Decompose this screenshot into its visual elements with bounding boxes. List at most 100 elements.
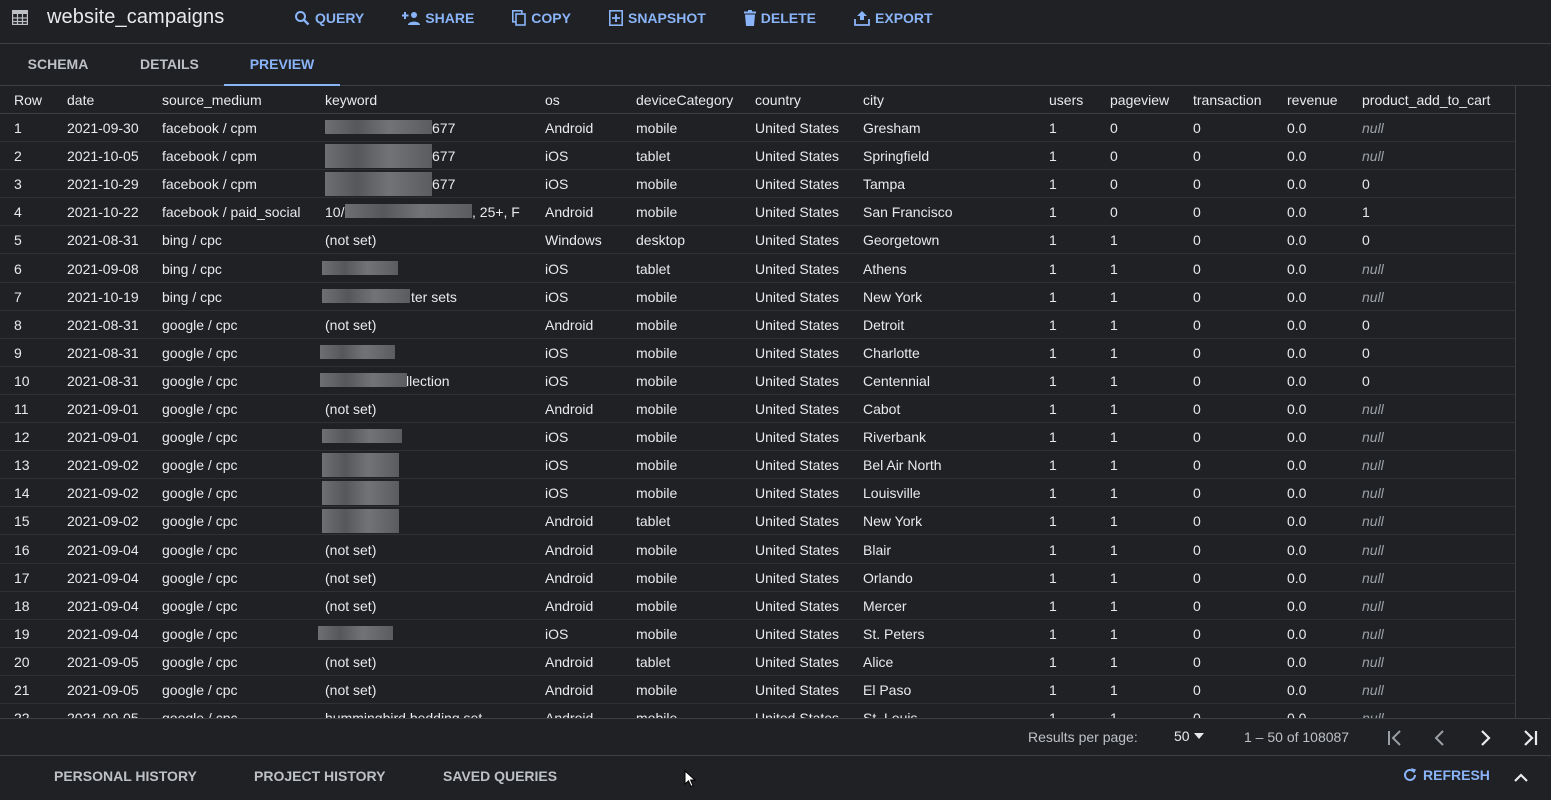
cell-city: Gresham xyxy=(863,120,921,136)
cell-source-medium: bing / cpc xyxy=(162,232,222,249)
cell-device-category: mobile xyxy=(636,204,678,221)
cell-os: iOS xyxy=(545,260,569,277)
cell-row-number: 10 xyxy=(14,372,30,389)
cell-revenue: 0.0 xyxy=(1287,653,1307,670)
cell-os: Android xyxy=(545,513,594,530)
cell-users: 1 xyxy=(1049,569,1057,586)
cell-users: 1 xyxy=(1049,429,1057,446)
cell-pageview: 0 xyxy=(1110,148,1118,165)
cell-date: 2021-09-08 xyxy=(67,260,139,277)
cell-users: 1 xyxy=(1049,710,1057,718)
cell-city: St. Louis xyxy=(863,710,917,718)
table-row: 9 2021-08-31 google / cpc iOS mobile United S… xyxy=(0,339,1515,367)
cell-product-add-to-cart: null xyxy=(1362,288,1384,305)
cell-os: Android xyxy=(545,120,594,136)
cell-country: United States xyxy=(755,120,840,136)
cell-country: United States xyxy=(755,653,840,670)
cell-product-add-to-cart: 0 xyxy=(1362,372,1370,389)
last-page-icon[interactable] xyxy=(1520,728,1540,748)
column-header-os[interactable]: os xyxy=(545,92,560,108)
column-header-city[interactable]: city xyxy=(863,92,884,108)
cell-os: Android xyxy=(545,316,594,333)
cell-keyword: ter sets xyxy=(411,288,457,305)
cell-revenue: 0.0 xyxy=(1287,485,1307,502)
cell-device-category: mobile xyxy=(636,710,677,718)
cell-date: 2021-08-31 xyxy=(67,232,139,249)
cell-transaction: 0 xyxy=(1193,316,1201,333)
cell-users: 1 xyxy=(1049,485,1057,502)
cell-date: 2021-10-19 xyxy=(67,288,139,305)
column-header-keyword[interactable]: keyword xyxy=(325,92,377,108)
cell-city: Blair xyxy=(863,541,892,558)
copy-button[interactable]: COPY xyxy=(512,10,571,26)
query-button-label: QUERY xyxy=(315,10,365,26)
next-page-icon[interactable] xyxy=(1475,728,1495,748)
table-icon xyxy=(12,10,28,25)
column-header-source-medium[interactable]: source_medium xyxy=(162,92,262,108)
column-header-transaction[interactable]: transaction xyxy=(1193,92,1261,108)
cell-source-medium: google / cpc xyxy=(162,682,238,698)
cell-revenue: 0.0 xyxy=(1287,625,1307,642)
column-header-device-category[interactable]: deviceCategory xyxy=(636,92,733,108)
column-header-row-number[interactable]: Row xyxy=(14,92,42,108)
cell-row-number: 11 xyxy=(14,401,29,417)
cell-row-number: 8 xyxy=(14,316,22,333)
cell-country: United States xyxy=(755,485,840,502)
cell-pageview: 1 xyxy=(1110,401,1118,417)
cell-users: 1 xyxy=(1049,653,1057,670)
cell-row-number: 6 xyxy=(14,260,22,277)
tab-preview[interactable]: PREVIEW xyxy=(224,44,340,86)
column-header-users[interactable]: users xyxy=(1049,92,1083,108)
copy-button-label: COPY xyxy=(531,10,571,26)
cell-date: 2021-09-04 xyxy=(67,541,139,558)
cell-source-medium: google / cpc xyxy=(162,513,238,530)
cell-country: United States xyxy=(755,513,840,530)
tab-project-history[interactable]: PROJECT HISTORY xyxy=(254,768,385,784)
cell-users: 1 xyxy=(1049,513,1057,530)
tab-schema[interactable]: SCHEMA xyxy=(26,44,90,86)
chevron-up-icon[interactable] xyxy=(1512,769,1530,787)
cell-pageview: 1 xyxy=(1110,625,1118,642)
tab-saved-queries[interactable]: SAVED QUERIES xyxy=(443,768,557,784)
column-header-revenue[interactable]: revenue xyxy=(1287,92,1338,108)
cell-transaction: 0 xyxy=(1193,204,1201,221)
cell-pageview: 1 xyxy=(1110,541,1118,558)
snapshot-button[interactable]: SNAPSHOT xyxy=(608,10,706,26)
query-button[interactable]: QUERY xyxy=(294,10,364,26)
previous-page-icon[interactable] xyxy=(1430,728,1450,748)
cell-device-category: mobile xyxy=(636,288,678,305)
cell-product-add-to-cart: null xyxy=(1362,653,1384,670)
cell-source-medium: bing / cpc xyxy=(162,288,222,305)
results-per-page-select[interactable]: 50 xyxy=(1174,728,1208,744)
cell-pageview: 0 xyxy=(1110,204,1118,221)
cell-users: 1 xyxy=(1049,625,1057,642)
table-row: 18 2021-09-04 google / cpc (not set) Android… xyxy=(0,592,1515,620)
column-header-date[interactable]: date xyxy=(67,92,94,108)
share-button[interactable]: SHARE xyxy=(402,10,474,26)
first-page-icon[interactable] xyxy=(1385,728,1405,748)
column-header-product-add-to-cart[interactable]: product_add_to_cart xyxy=(1362,92,1490,108)
column-header-country[interactable]: country xyxy=(755,92,801,108)
cell-country: United States xyxy=(755,569,840,586)
cell-pageview: 1 xyxy=(1110,316,1118,333)
cell-users: 1 xyxy=(1049,148,1057,165)
cell-row-number: 17 xyxy=(14,569,30,586)
cell-date: 2021-09-04 xyxy=(67,569,139,586)
cell-transaction: 0 xyxy=(1193,344,1201,361)
export-button[interactable]: EXPORT xyxy=(854,10,933,26)
cell-os: Android xyxy=(545,710,593,718)
tab-details[interactable]: DETAILS xyxy=(140,44,199,86)
caret-down-icon xyxy=(1193,733,1204,739)
trash-icon xyxy=(743,10,756,26)
cell-city: Georgetown xyxy=(863,232,940,249)
cell-device-category: mobile xyxy=(636,120,678,136)
cell-transaction: 0 xyxy=(1193,569,1201,586)
tab-personal-history[interactable]: PERSONAL HISTORY xyxy=(54,768,197,784)
delete-button[interactable]: DELETE xyxy=(743,10,816,26)
column-header-pageview[interactable]: pageview xyxy=(1110,92,1169,108)
refresh-button[interactable]: REFRESH xyxy=(1402,767,1490,783)
cell-source-medium: google / cpc xyxy=(162,710,238,718)
cell-date: 2021-09-02 xyxy=(67,485,139,502)
cell-revenue: 0.0 xyxy=(1287,176,1307,193)
cell-date: 2021-10-05 xyxy=(67,148,139,165)
